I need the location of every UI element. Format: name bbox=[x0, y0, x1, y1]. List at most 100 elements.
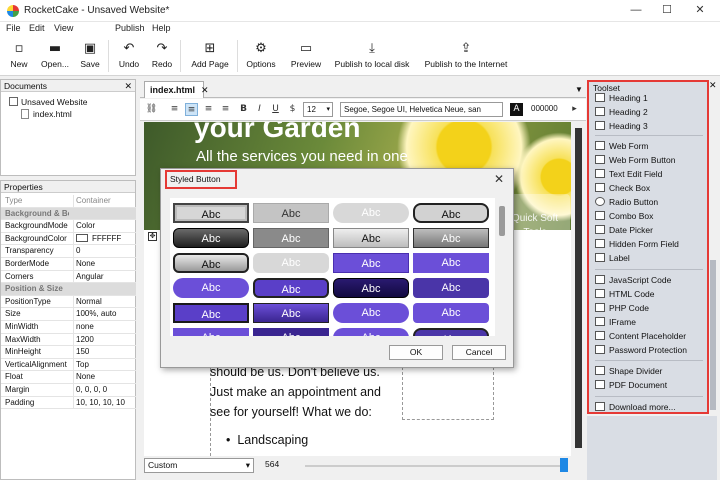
toolset-item[interactable]: Combo Box bbox=[595, 210, 653, 223]
publish-local-button[interactable]: ⤓ Publish to local disk bbox=[332, 38, 412, 74]
toolset-item[interactable]: HTML Code bbox=[595, 288, 655, 301]
button-style-option[interactable]: Abc bbox=[333, 203, 409, 223]
button-style-option[interactable]: Abc bbox=[253, 278, 329, 298]
button-style-option[interactable]: Abc bbox=[173, 253, 249, 273]
button-style-option[interactable]: Abc bbox=[253, 253, 329, 273]
button-style-option[interactable]: Abc bbox=[253, 228, 329, 248]
property-value[interactable]: Normal bbox=[73, 295, 135, 308]
preview-button[interactable]: ▭ Preview bbox=[288, 38, 324, 74]
dollar-icon[interactable]: $ bbox=[286, 103, 299, 116]
toolset-item[interactable]: Download more... bbox=[595, 401, 676, 414]
font-family-select[interactable]: Segoe, Segoe UI, Helvetica Neue, san bbox=[340, 102, 503, 117]
button-style-option[interactable]: Abc bbox=[173, 203, 249, 223]
property-row[interactable]: MinHeight 150 bbox=[1, 346, 136, 359]
button-style-option[interactable]: Abc bbox=[173, 328, 249, 336]
property-value[interactable]: None bbox=[73, 371, 135, 384]
zoom-mode-select[interactable]: Custom ▾ bbox=[144, 458, 254, 473]
button-style-option[interactable]: Abc bbox=[173, 278, 249, 298]
menu-file[interactable]: File bbox=[6, 23, 21, 33]
property-value[interactable]: Angular bbox=[73, 270, 135, 283]
button-style-option[interactable]: Abc bbox=[333, 253, 409, 273]
property-value[interactable]: 150 bbox=[73, 346, 135, 359]
toolset-item[interactable]: Content Placeholder bbox=[595, 330, 686, 343]
property-value[interactable]: 10, 10, 10, 10 bbox=[73, 396, 135, 409]
italic-icon[interactable]: I bbox=[253, 103, 266, 116]
property-value[interactable]: none bbox=[73, 321, 135, 333]
property-row[interactable]: BackgroundColor FFFFFF bbox=[1, 232, 136, 246]
property-row[interactable]: Margin 0, 0, 0, 0 bbox=[1, 384, 136, 397]
toolset-item[interactable]: IFrame bbox=[595, 316, 636, 329]
button-style-option[interactable]: Abc bbox=[333, 303, 409, 323]
font-size-select[interactable]: 12 ▾ bbox=[303, 102, 333, 117]
toolset-item[interactable]: PHP Code bbox=[595, 302, 649, 315]
canvas-scrollbar[interactable] bbox=[572, 122, 585, 456]
menu-help[interactable]: Help bbox=[152, 23, 171, 33]
button-style-option[interactable]: Abc bbox=[253, 328, 329, 336]
align-center-icon[interactable]: ≡ bbox=[185, 103, 198, 116]
property-value[interactable]: 0, 0, 0, 0 bbox=[73, 384, 135, 396]
button-style-option[interactable]: Abc bbox=[333, 278, 409, 298]
toolset-item[interactable]: Heading 1 bbox=[595, 92, 648, 105]
new-button[interactable]: ▫ New bbox=[6, 38, 32, 74]
close-tab-icon[interactable]: ✕ bbox=[201, 85, 209, 95]
scroll-thumb[interactable] bbox=[499, 206, 505, 236]
toolset-item[interactable]: Heading 3 bbox=[595, 120, 648, 133]
button-style-option[interactable]: Abc bbox=[333, 328, 409, 336]
menu-publish[interactable]: Publish bbox=[115, 23, 145, 33]
button-style-option[interactable]: Abc bbox=[413, 278, 489, 298]
toolset-item[interactable]: Text Edit Field bbox=[595, 168, 662, 181]
color-value[interactable]: 000000 bbox=[528, 102, 564, 117]
dialog-close-button[interactable]: ✕ bbox=[494, 172, 504, 186]
options-button[interactable]: ⚙ Options bbox=[244, 38, 278, 74]
redo-button[interactable]: ↷ Redo bbox=[149, 38, 175, 74]
property-value[interactable]: None bbox=[73, 258, 135, 270]
button-style-option[interactable]: Abc bbox=[413, 328, 489, 336]
property-row[interactable]: Size 100%, auto bbox=[1, 308, 136, 321]
property-value[interactable]: 0 bbox=[73, 245, 135, 258]
button-style-option[interactable]: Abc bbox=[413, 228, 489, 248]
tab-list-dropdown-icon[interactable]: ▼ bbox=[575, 85, 583, 94]
button-style-option[interactable]: Abc bbox=[333, 228, 409, 248]
toolset-item[interactable]: Web Form bbox=[595, 140, 649, 153]
save-button[interactable]: ▣ Save bbox=[77, 38, 103, 74]
align-left-icon[interactable]: ≡ bbox=[168, 103, 181, 116]
button-style-option[interactable]: Abc bbox=[413, 203, 489, 223]
width-slider[interactable] bbox=[305, 465, 565, 467]
move-handle-icon[interactable]: ✥ bbox=[148, 232, 157, 241]
property-value[interactable]: FFFFFF bbox=[73, 232, 135, 245]
align-justify-icon[interactable]: ≡ bbox=[219, 103, 232, 116]
toolset-item[interactable]: JavaScript Code bbox=[595, 274, 671, 287]
property-row[interactable]: Padding 10, 10, 10, 10 bbox=[1, 396, 136, 410]
underline-icon[interactable]: U bbox=[269, 103, 282, 116]
width-slider-thumb[interactable] bbox=[560, 458, 568, 472]
button-style-option[interactable]: Abc bbox=[253, 303, 329, 323]
toolset-item[interactable]: PDF Document bbox=[595, 379, 667, 392]
toolset-scrollbar[interactable] bbox=[710, 260, 716, 410]
toolset-item[interactable]: Date Picker bbox=[595, 224, 653, 237]
property-row[interactable]: BorderMode None bbox=[1, 258, 136, 271]
toolset-item[interactable]: Heading 2 bbox=[595, 106, 648, 119]
button-style-option[interactable]: Abc bbox=[173, 228, 249, 248]
property-row[interactable]: Transparency 0 bbox=[1, 245, 136, 258]
menu-edit[interactable]: Edit bbox=[29, 23, 45, 33]
toolset-item[interactable]: Check Box bbox=[595, 182, 650, 195]
property-row[interactable]: MinWidth none bbox=[1, 321, 136, 334]
menu-view[interactable]: View bbox=[54, 23, 73, 33]
add-page-button[interactable]: ⊞ Add Page bbox=[188, 38, 232, 74]
property-row[interactable]: BackgroundMode Color bbox=[1, 220, 136, 233]
dialog-scrollbar[interactable] bbox=[497, 198, 507, 336]
property-row[interactable]: PositionType Normal bbox=[1, 295, 136, 309]
property-row[interactable]: Corners Angular bbox=[1, 270, 136, 284]
more-options-icon[interactable]: ▸ bbox=[568, 103, 581, 116]
scroll-thumb[interactable] bbox=[575, 128, 582, 448]
button-style-option[interactable]: Abc bbox=[413, 253, 489, 273]
property-value[interactable]: 1200 bbox=[73, 333, 135, 346]
property-row[interactable]: MaxWidth 1200 bbox=[1, 333, 136, 347]
property-row[interactable]: VerticalAlignment Top bbox=[1, 358, 136, 372]
publish-internet-button[interactable]: ⇪ Publish to the Internet bbox=[422, 38, 510, 74]
toolset-item[interactable]: Radio Button bbox=[595, 196, 658, 209]
property-value[interactable]: 100%, auto bbox=[73, 308, 135, 321]
property-value[interactable]: Color bbox=[73, 220, 135, 233]
button-style-option[interactable]: Abc bbox=[253, 203, 329, 223]
toolset-item[interactable]: Label bbox=[595, 252, 630, 265]
